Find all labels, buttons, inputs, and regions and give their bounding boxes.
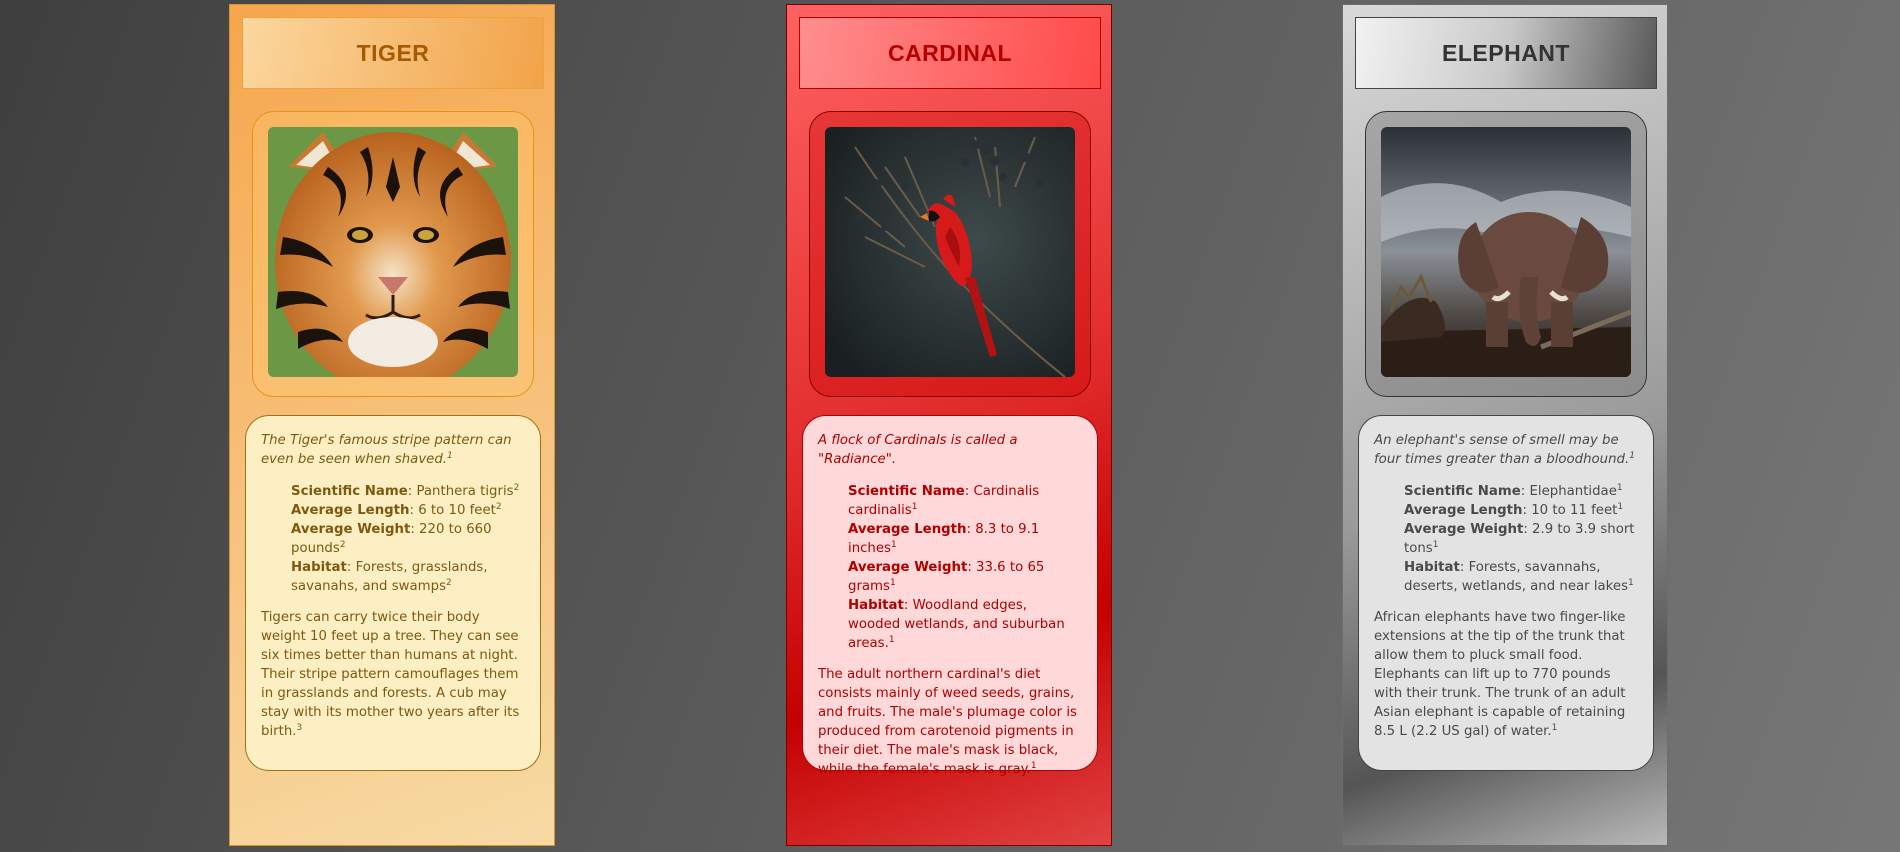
footnote-ref: 1	[1616, 483, 1623, 493]
fun-fact: A flock of Cardinals is called a "Radian…	[818, 431, 1082, 469]
fun-fact: The Tiger's famous stripe pattern can ev…	[261, 431, 525, 469]
stat-average-length: Average Length: 8.3 to 9.1 inches1	[848, 522, 1040, 556]
stat-value: Elephantidae	[1529, 484, 1617, 499]
footnote-ref: 2	[339, 540, 346, 550]
stat-label: Habitat	[291, 560, 347, 575]
stats-list: Scientific Name: Cardinalis cardinalis1 …	[848, 482, 1082, 653]
stat-habitat: Habitat: Forests, grasslands, savanahs, …	[291, 560, 488, 594]
stat-label: Average Length	[1404, 503, 1523, 518]
stat-label: Habitat	[1404, 560, 1460, 575]
tiger-image	[268, 127, 518, 377]
card-tiger: TIGER The Tiger's famous stripe pattern …	[229, 4, 555, 846]
footnote-ref: 1	[889, 578, 896, 588]
footnote-ref: 1	[1628, 578, 1634, 588]
stat-label: Scientific Name	[848, 484, 965, 499]
stats-list: Scientific Name: Panthera tigris2 Averag…	[291, 482, 525, 596]
stat-average-weight: Average Weight: 33.6 to 65 grams1	[848, 560, 1045, 594]
footnote-ref: 1	[911, 502, 918, 512]
footnote-ref: 1	[447, 451, 453, 461]
stat-label: Average Weight	[291, 522, 411, 537]
card-title-box: TIGER	[242, 17, 544, 89]
stat-average-weight: Average Weight: 220 to 660 pounds2	[291, 522, 492, 556]
cardinal-image	[825, 127, 1075, 377]
photo-frame	[1365, 111, 1647, 397]
stat-value: 10 to 11 feet	[1531, 503, 1618, 518]
stat-label: Average Weight	[1404, 522, 1524, 537]
stat-scientific-name: Scientific Name: Panthera tigris2	[291, 483, 520, 500]
info-panel: An elephant's sense of smell may be four…	[1358, 415, 1654, 771]
footnote-ref: 1	[1629, 451, 1635, 461]
footnote-ref: 1	[1030, 761, 1037, 771]
fun-fact-text: An elephant's sense of smell may be four…	[1374, 433, 1630, 467]
stat-label: Average Length	[848, 522, 967, 537]
tiger-photo	[268, 127, 518, 377]
stat-average-weight: Average Weight: 2.9 to 3.9 short tons1	[1404, 522, 1635, 556]
fun-fact-text: A flock of Cardinals is called a "Radian…	[818, 433, 1018, 467]
cardinal-photo	[825, 127, 1075, 377]
footnote-ref: 2	[513, 483, 520, 493]
card-title: CARDINAL	[887, 39, 1013, 66]
stat-average-length: Average Length: 6 to 10 feet2	[291, 502, 502, 519]
fun-fact-text: The Tiger's famous stripe pattern can ev…	[261, 433, 512, 467]
stat-label: Scientific Name	[1404, 484, 1521, 499]
footnote-ref: 1	[1551, 723, 1558, 733]
description: African elephants have two finger-like e…	[1374, 608, 1638, 741]
stat-label: Average Weight	[848, 560, 968, 575]
elephant-image	[1381, 127, 1631, 377]
stat-habitat: Habitat: Forests, savannahs, deserts, we…	[1404, 560, 1634, 594]
footnote-ref: 1	[888, 635, 895, 645]
card-elephant: ELEPHANT An elephant's sense of smell ma…	[1342, 4, 1668, 846]
stat-label: Habitat	[848, 598, 904, 613]
info-panel: A flock of Cardinals is called a "Radian…	[802, 415, 1098, 777]
footnote-ref: 2	[446, 578, 452, 588]
description-text: The adult northern cardinal's diet consi…	[818, 667, 1077, 777]
fun-fact: An elephant's sense of smell may be four…	[1374, 431, 1638, 469]
stat-value: Panthera tigris	[416, 484, 514, 499]
card-title: TIGER	[356, 39, 430, 66]
stat-habitat: Habitat: Woodland edges, wooded wetlands…	[848, 598, 1065, 651]
card-title-box: CARDINAL	[799, 17, 1101, 89]
stat-label: Average Length	[291, 503, 410, 518]
photo-frame	[252, 111, 534, 397]
footnote-ref: 1	[1617, 502, 1624, 512]
stats-list: Scientific Name: Elephantidae1 Average L…	[1404, 482, 1638, 596]
card-title: ELEPHANT	[1442, 39, 1570, 66]
stat-scientific-name: Scientific Name: Cardinalis cardinalis1	[848, 484, 1040, 518]
footnote-ref: 2	[495, 502, 502, 512]
stat-label: Scientific Name	[291, 484, 408, 499]
info-panel: The Tiger's famous stripe pattern can ev…	[245, 415, 541, 771]
footnote-ref: 1	[890, 540, 897, 550]
description: Tigers can carry twice their body weight…	[261, 608, 525, 741]
footnote-ref: 3	[296, 723, 303, 733]
stat-value: 6 to 10 feet	[418, 503, 496, 518]
description: The adult northern cardinal's diet consi…	[818, 665, 1082, 779]
stat-average-length: Average Length: 10 to 11 feet1	[1404, 502, 1624, 519]
card-cardinal: CARDINAL A flock of Cardinals is called …	[786, 4, 1112, 846]
photo-frame	[809, 111, 1091, 397]
description-text: African elephants have two finger-like e…	[1374, 610, 1626, 739]
card-title-box: ELEPHANT	[1355, 17, 1657, 89]
elephant-photo	[1381, 127, 1631, 377]
stat-scientific-name: Scientific Name: Elephantidae1	[1404, 483, 1623, 500]
footnote-ref: 1	[1432, 540, 1439, 550]
description-text: Tigers can carry twice their body weight…	[261, 610, 520, 739]
